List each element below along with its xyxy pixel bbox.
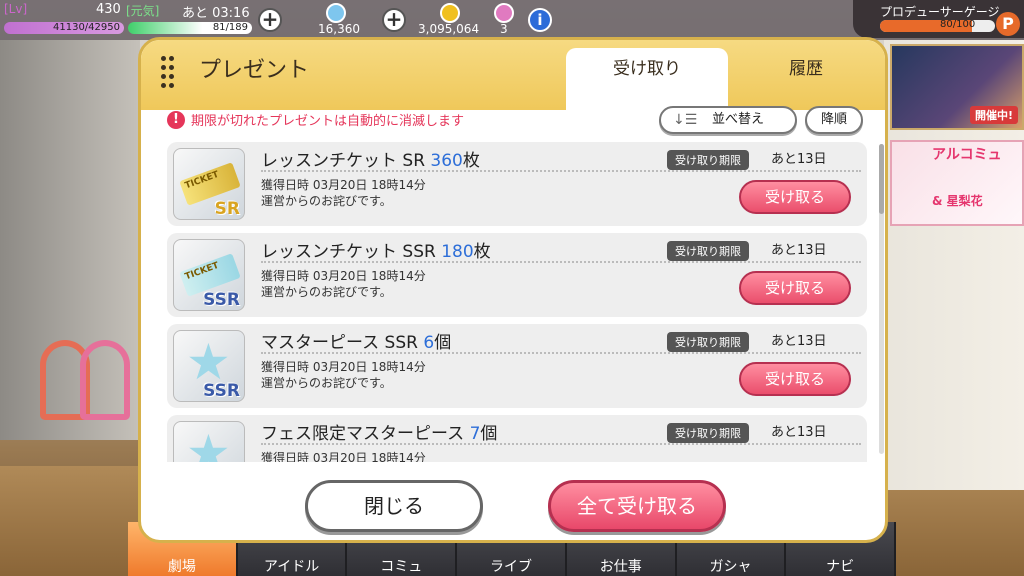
list-item: TICKET SR レッスンチケット SR 360枚 受け取り期限 あと13日獲得日時 … — [167, 142, 867, 226]
item-description: 運営からのお詫びです。 — [261, 376, 392, 390]
item-title: マスターピース SSR — [261, 333, 424, 353]
item-thumbnail: ★ SSR — [173, 330, 245, 402]
acquired-date: 獲得日時 03月20日 18時14分 — [261, 360, 426, 374]
divider — [261, 170, 861, 172]
commu-banner-title: アルコミュ — [932, 147, 1002, 163]
list-item: ★ SSR マスターピース SSR 6個 受け取り期限 あと13日獲得日時 03月20日… — [167, 324, 867, 408]
divider — [261, 352, 861, 354]
acquired-date: 獲得日時 03月20日 18時14分 — [261, 269, 426, 283]
producer-p-icon: P — [996, 12, 1020, 36]
deadline-badge: 受け取り期限 — [667, 423, 749, 443]
present-dialog: プレゼント 受け取り 履歴 ! 期限が切れたプレゼントは自動的に消滅します ↓☰… — [138, 37, 888, 543]
item-description: 運営からのお詫びです。 — [261, 194, 392, 208]
item-quantity: 180 — [441, 242, 474, 262]
deadline-remaining: あと13日 — [771, 152, 827, 167]
chair — [80, 340, 130, 420]
money-count: 3,095,064 — [418, 22, 480, 36]
acquired-date: 獲得日時 03月20日 18時14分 — [261, 451, 426, 462]
deadline-remaining: あと13日 — [771, 334, 827, 349]
stamina-bar: 81/189 — [128, 22, 252, 34]
item-quantity: 6 — [423, 333, 435, 353]
deadline-badge: 受け取り期限 — [667, 150, 749, 170]
item-description: 運営からのお詫びです。 — [261, 285, 392, 299]
item-name: レッスンチケット SR 360枚 — [261, 146, 480, 171]
jewel-count: 16,360 — [318, 22, 360, 36]
item-name: マスターピース SSR 6個 — [261, 328, 451, 353]
level-value: 430 — [96, 2, 121, 17]
item-unit: 枚 — [462, 151, 480, 171]
item-title: フェス限定マスターピース — [261, 424, 470, 444]
commu-banner-subtitle: & 星梨花 — [932, 194, 983, 208]
info-button[interactable]: i — [528, 8, 552, 32]
sort-icon: ↓☰ — [673, 112, 698, 128]
jewel-icon — [326, 3, 346, 23]
item-name: レッスンチケット SSR 180枚 — [261, 237, 491, 262]
item-icon — [494, 3, 514, 23]
close-button[interactable]: 閉じる — [305, 480, 483, 532]
exp-bar: 41130/42950 — [4, 22, 124, 34]
rank-label: SSR — [203, 381, 240, 401]
deadline-remaining: あと13日 — [771, 425, 827, 440]
producer-gauge-value: 80/100 — [940, 19, 976, 30]
rank-label: SR — [214, 199, 240, 219]
item-title: レッスンチケット SSR — [261, 242, 442, 262]
item-quantity: 7 — [469, 424, 481, 444]
stamina-label: [元気] — [126, 4, 160, 18]
item-thumbnail: ★ — [173, 421, 245, 462]
coin-icon — [440, 3, 460, 23]
tab-receive[interactable]: 受け取り — [566, 48, 728, 110]
list-item: TICKET SSR レッスンチケット SSR 180枚 受け取り期限 あと13日獲得日… — [167, 233, 867, 317]
event-banner[interactable]: 開催中! — [890, 44, 1024, 130]
item-unit: 個 — [434, 333, 452, 353]
producer-gauge-bar — [880, 20, 995, 32]
acquired-date: 獲得日時 03月20日 18時14分 — [261, 178, 426, 192]
masterpiece-star-icon: ★ — [186, 333, 231, 391]
deadline-badge: 受け取り期限 — [667, 332, 749, 352]
item-quantity: 360 — [430, 151, 463, 171]
receive-all-button[interactable]: 全て受け取る — [548, 480, 726, 532]
receive-button[interactable]: 受け取る — [739, 362, 851, 396]
item-thumbnail: TICKET SSR — [173, 239, 245, 311]
tab-history[interactable]: 履歴 — [731, 48, 881, 110]
warning-icon: ! — [167, 110, 185, 129]
deadline-remaining: あと13日 — [771, 243, 827, 258]
event-status-badge: 開催中! — [969, 106, 1018, 124]
scrollbar[interactable] — [879, 144, 884, 454]
sort-label: 並べ替え — [711, 112, 764, 127]
divider — [261, 261, 861, 263]
sort-button[interactable]: ↓☰ 並べ替え — [659, 106, 797, 134]
item-name: フェス限定マスターピース 7個 — [261, 419, 497, 444]
receive-button[interactable]: 受け取る — [739, 180, 851, 214]
receive-button[interactable]: 受け取る — [739, 271, 851, 305]
present-list: TICKET SR レッスンチケット SR 360枚 受け取り期限 あと13日 獲得日時 … — [167, 142, 867, 462]
scrollbar-thumb[interactable] — [879, 144, 884, 214]
expiry-notice: ! 期限が切れたプレゼントは自動的に消滅します — [167, 110, 464, 129]
level-label: [Lv] — [4, 2, 28, 16]
item-unit: 個 — [480, 424, 498, 444]
item-unit: 枚 — [473, 242, 491, 262]
grip-icon — [161, 56, 175, 88]
item-title: レッスンチケット SR — [261, 151, 431, 171]
commu-banner[interactable]: アルコミュ & 星梨花 — [890, 140, 1024, 226]
deadline-badge: 受け取り期限 — [667, 241, 749, 261]
rank-label: SSR — [203, 290, 240, 310]
list-item: ★ フェス限定マスターピース 7個 受け取り期限 あと13日獲得日時 03月20日 1… — [167, 415, 867, 462]
divider — [261, 443, 861, 445]
masterpiece-star-icon: ★ — [186, 424, 231, 462]
stamina-timer: あと 03:16 — [182, 6, 250, 21]
add-stamina-button[interactable]: + — [258, 8, 282, 32]
item-count: 3 — [500, 22, 508, 36]
order-button[interactable]: 降順 — [805, 106, 863, 134]
item-thumbnail: TICKET SR — [173, 148, 245, 220]
add-jewel-button[interactable]: + — [382, 8, 406, 32]
dialog-title: プレゼント — [199, 58, 310, 83]
producer-gauge-label: プロデューサーゲージ — [880, 5, 1000, 19]
notice-text: 期限が切れたプレゼントは自動的に消滅します — [191, 114, 465, 129]
